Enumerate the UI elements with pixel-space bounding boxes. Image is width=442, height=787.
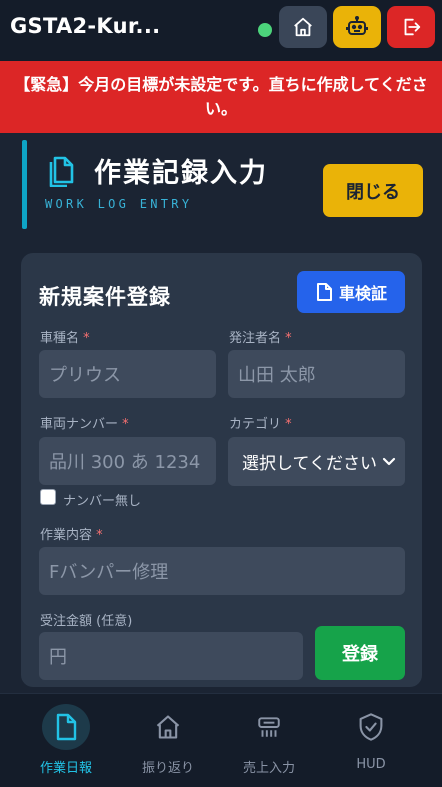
client-name-input[interactable]: 山田 太郎	[228, 350, 405, 398]
document-icon	[49, 156, 74, 187]
urgent-alert-banner: 【緊急】今月の目標が未設定です。直ちに作成してください。	[0, 61, 442, 133]
nav-label: 作業日報	[39, 761, 92, 776]
form-title: 新規案件登録	[39, 285, 171, 309]
nav-item-work-log[interactable]: 作業日報	[16, 694, 116, 787]
header-accent-bar	[22, 140, 27, 229]
app-title: GSTA2-Kur...	[10, 14, 161, 38]
inspection-certificate-label: 車検証	[338, 284, 387, 303]
home-icon	[294, 17, 312, 37]
category-select[interactable]: 選択してください	[228, 437, 405, 486]
car-model-input[interactable]: プリウス	[39, 350, 216, 398]
top-bar: GSTA2-Kur...	[0, 0, 442, 61]
register-icon	[258, 717, 280, 737]
online-status-dot	[258, 23, 272, 37]
nav-item-review[interactable]: 振り返り	[118, 694, 218, 787]
nav-item-sales-entry[interactable]: 売上入力	[219, 694, 319, 787]
category-label: カテゴリ *	[229, 417, 292, 432]
close-button[interactable]: 閉じる	[323, 164, 423, 217]
page-subtitle: WORK LOG ENTRY	[45, 197, 193, 211]
inspection-certificate-button[interactable]: 車検証	[297, 271, 405, 313]
assistant-button[interactable]	[333, 6, 381, 48]
nav-item-hud[interactable]: HUD	[321, 694, 421, 787]
logout-icon	[404, 18, 421, 36]
file-icon	[316, 283, 332, 301]
plate-number-label: 車両ナンバー *	[40, 417, 129, 432]
client-name-label: 発注者名 *	[229, 331, 292, 346]
car-model-label: 車種名 *	[40, 331, 90, 346]
register-button[interactable]: 登録	[315, 626, 405, 680]
nav-label: 振り返り	[141, 761, 194, 776]
no-plate-checkbox[interactable]	[40, 489, 56, 505]
plate-number-input[interactable]: 品川 300 あ 1234	[39, 437, 216, 485]
bottom-nav: 作業日報 振り返り 売上入力 HUD	[0, 693, 442, 787]
shield-check-icon	[359, 713, 383, 741]
category-selected-value: 選択してください	[242, 454, 377, 474]
page-title: 作業記録入力	[94, 158, 268, 189]
logout-button[interactable]	[387, 6, 435, 48]
nav-label: 売上入力	[242, 761, 295, 776]
robot-icon	[346, 16, 368, 35]
nav-label: HUD	[356, 757, 386, 772]
no-plate-label: ナンバー無し	[63, 494, 142, 509]
amount-label: 受注金額 (任意)	[40, 614, 133, 629]
work-content-input[interactable]: Fバンパー修理	[39, 547, 405, 595]
chevron-down-icon	[382, 457, 396, 466]
home-icon	[156, 715, 180, 739]
amount-input[interactable]: 円	[39, 632, 303, 680]
home-button[interactable]	[279, 6, 327, 48]
document-icon	[56, 713, 77, 741]
work-content-label: 作業内容 *	[40, 528, 103, 543]
